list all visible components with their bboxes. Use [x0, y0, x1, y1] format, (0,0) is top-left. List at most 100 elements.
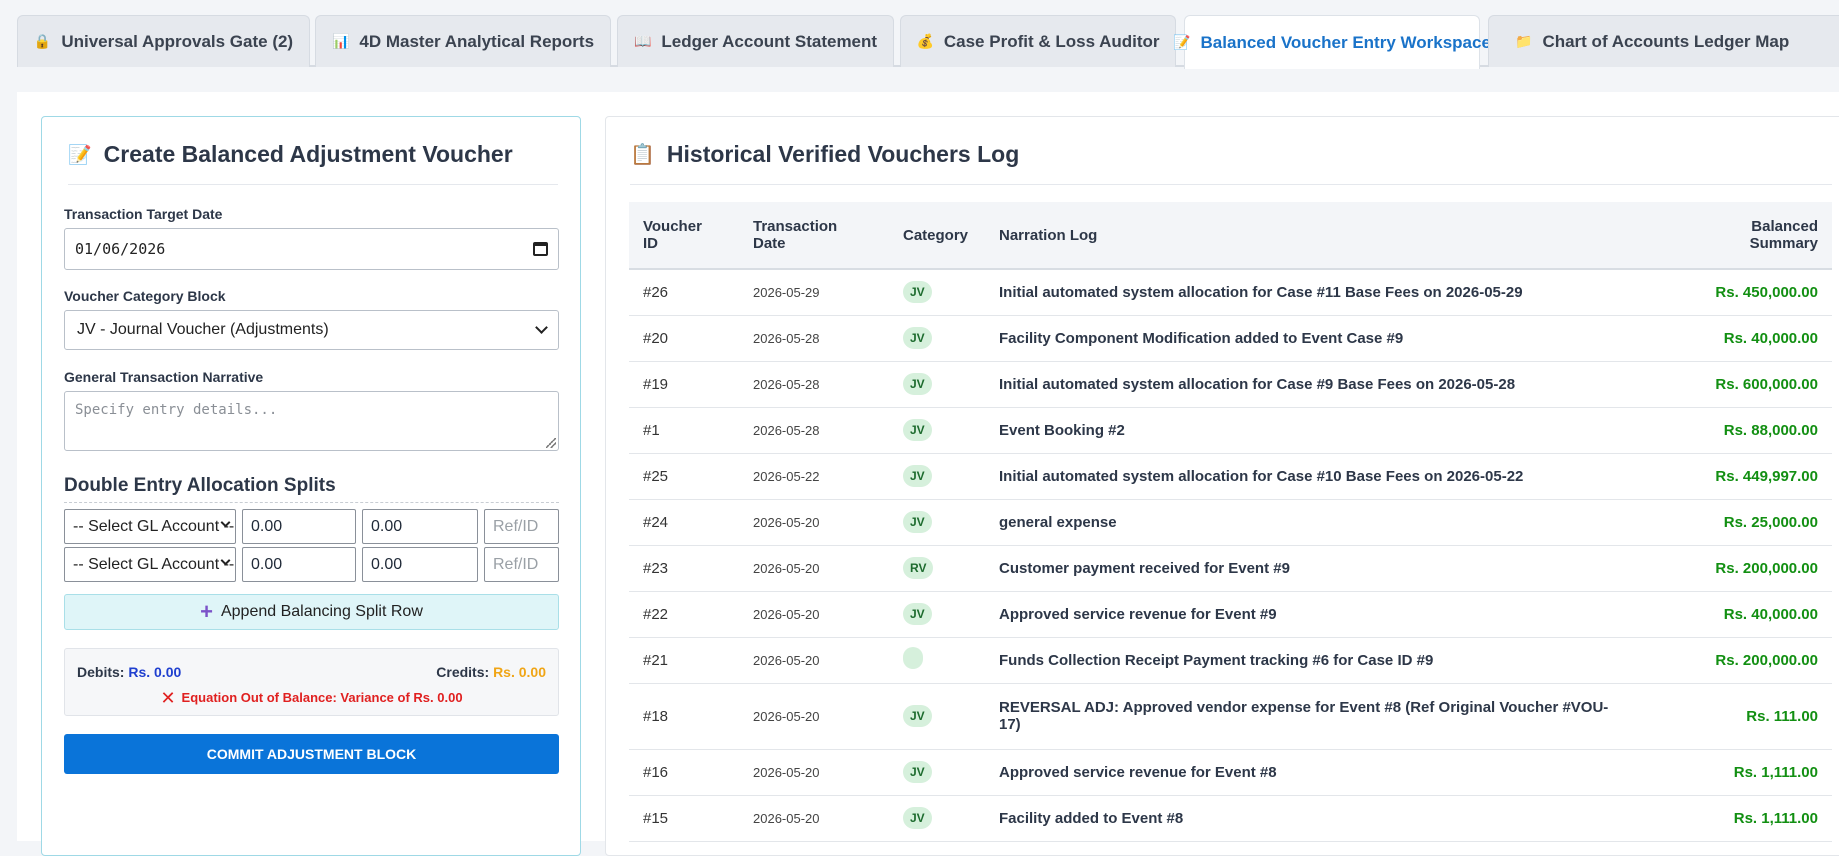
- narrative-textarea[interactable]: Specify entry details...: [64, 391, 559, 451]
- chevron-down-icon: [535, 321, 548, 334]
- credit-input[interactable]: 0.00: [362, 509, 478, 544]
- category-cell: JV: [889, 683, 985, 750]
- table-row[interactable]: #1 2026-05-28 JV Event Booking #2 Rs. 88,000…: [629, 407, 1832, 454]
- category-badge: JV: [903, 511, 932, 533]
- table-row[interactable]: #20 2026-05-28 JV Facility Component Modifi…: [629, 315, 1832, 362]
- table-row[interactable]: #21 2026-05-20 Funds Collection Receipt Pa…: [629, 637, 1832, 684]
- category-badge: JV: [903, 327, 932, 349]
- form-title: 📝 Create Balanced Adjustment Voucher: [68, 141, 558, 185]
- category-cell: [889, 637, 985, 684]
- credits-value: Rs. 0.00: [493, 664, 546, 680]
- col-transaction-date: Transaction Date: [739, 202, 889, 270]
- table-row[interactable]: #24 2026-05-20 JV general expense Rs. 25,000…: [629, 499, 1832, 546]
- narration-cell: Approved service revenue for Event #9: [985, 591, 1642, 638]
- category-cell: JV: [889, 269, 985, 316]
- tab-label: 4D Master Analytical Reports: [359, 31, 595, 51]
- table-row[interactable]: #26 2026-05-29 JV Initial automated system …: [629, 269, 1832, 316]
- transaction-date-input[interactable]: 01/06/2026: [64, 228, 559, 270]
- date-cell: 2026-05-20: [739, 499, 889, 546]
- date-cell: 2026-05-28: [739, 361, 889, 408]
- table-row[interactable]: #25 2026-05-22 JV Initial automated system …: [629, 453, 1832, 500]
- gl-account-value: -- Select GL Account --: [73, 555, 235, 573]
- voucher-id-cell: #21: [629, 637, 739, 684]
- tab-bar: 🔒 Universal Approvals Gate (2) 📊 4D Mast…: [17, 15, 1839, 69]
- ref-id-input[interactable]: Ref/ID: [484, 509, 559, 544]
- tab-universal-approvals-gate[interactable]: 🔒 Universal Approvals Gate (2): [17, 15, 310, 67]
- date-cell: 2026-05-20: [739, 795, 889, 842]
- ref-id-input[interactable]: Ref/ID: [484, 547, 559, 582]
- lock-icon: 🔒: [33, 33, 52, 49]
- table-row[interactable]: #16 2026-05-20 JV Approved service revenue …: [629, 749, 1832, 796]
- split-row: -- Select GL Account -- 0.00 0.00 Ref/ID: [64, 509, 559, 544]
- voucher-id-cell: #24: [629, 499, 739, 546]
- table-row[interactable]: #18 2026-05-20 JV REVERSAL ADJ: Approved ve…: [629, 683, 1832, 750]
- tab-ledger-account-statement[interactable]: 📖 Ledger Account Statement: [617, 15, 894, 67]
- narration-cell: REVERSAL ADJ: Approved vendor expense fo…: [985, 683, 1642, 750]
- narration-cell: Customer payment received for Event #9: [985, 545, 1642, 592]
- clipboard-icon: 📋: [630, 144, 655, 166]
- narration-cell: general expense: [985, 499, 1642, 546]
- tab-balanced-voucher-entry-workspace[interactable]: 📝 Balanced Voucher Entry Workspace: [1173, 15, 1491, 69]
- amount-cell: Rs. 88,000.00: [1642, 407, 1832, 454]
- date-cell: 2026-05-22: [739, 453, 889, 500]
- amount-cell: Rs. 450,000.00: [1642, 269, 1832, 316]
- splits-title: Double Entry Allocation Splits: [64, 475, 559, 503]
- append-split-row-button[interactable]: + Append Balancing Split Row: [64, 594, 559, 630]
- category-cell: JV: [889, 499, 985, 546]
- date-value: 01/06/2026: [75, 240, 166, 258]
- debit-input[interactable]: 0.00: [242, 509, 356, 544]
- debit-input[interactable]: 0.00: [242, 547, 356, 582]
- category-badge: JV: [903, 281, 932, 304]
- category-badge: JV: [903, 465, 932, 487]
- date-cell: 2026-05-20: [739, 545, 889, 592]
- plus-icon: +: [200, 599, 213, 624]
- table-row[interactable]: #22 2026-05-20 JV Approved service revenue …: [629, 591, 1832, 638]
- commit-adjustment-button[interactable]: COMMIT ADJUSTMENT BLOCK: [64, 734, 559, 774]
- category-cell: RV: [889, 545, 985, 592]
- narration-cell: Initial automated system allocation for …: [985, 269, 1642, 316]
- amount-cell: Rs. 40,000.00: [1642, 591, 1832, 638]
- voucher-id-cell: #26: [629, 269, 739, 316]
- credit-input[interactable]: 0.00: [362, 547, 478, 582]
- amount-cell: Rs. 40,000.00: [1642, 315, 1832, 362]
- amount-cell: Rs. 1,111.00: [1642, 749, 1832, 796]
- table-row[interactable]: #19 2026-05-28 JV Initial automated system …: [629, 361, 1832, 408]
- calendar-icon[interactable]: [533, 242, 548, 256]
- tab-case-profit-loss-auditor[interactable]: 💰 Case Profit & Loss Auditor: [900, 15, 1176, 67]
- category-badge: RV: [903, 557, 934, 579]
- gl-account-select[interactable]: -- Select GL Account --: [64, 547, 236, 582]
- voucher-category-select[interactable]: JV - Journal Voucher (Adjustments): [64, 310, 559, 350]
- form-title-text: Create Balanced Adjustment Voucher: [103, 141, 513, 167]
- narration-cell: Funds Collection Receipt Payment trackin…: [985, 637, 1642, 684]
- category-cell: JV: [889, 407, 985, 454]
- date-cell: 2026-05-20: [739, 591, 889, 638]
- col-voucher-id: Voucher ID: [629, 202, 739, 270]
- table-row[interactable]: #15 2026-05-20 JV Facility added to Event #…: [629, 795, 1832, 842]
- amount-cell: Rs. 200,000.00: [1642, 545, 1832, 592]
- date-cell: 2026-05-20: [739, 637, 889, 684]
- amount-cell: Rs. 449,997.00: [1642, 453, 1832, 500]
- category-badge: JV: [903, 807, 932, 829]
- tab-chart-of-accounts-ledger-map[interactable]: 📁 Chart of Accounts Ledger Map: [1488, 15, 1839, 67]
- tab-master-analytical-reports[interactable]: 📊 4D Master Analytical Reports: [315, 15, 611, 67]
- debits-label: Debits:: [77, 664, 125, 680]
- tab-label: Case Profit & Loss Auditor: [943, 31, 1160, 51]
- voucher-id-cell: #18: [629, 683, 739, 750]
- gl-account-select[interactable]: -- Select GL Account --: [64, 509, 236, 544]
- tab-label: Ledger Account Statement: [661, 31, 878, 51]
- credits-label: Credits:: [436, 664, 490, 680]
- category-label: Voucher Category Block: [64, 288, 226, 304]
- narration-cell: Approved service revenue for Event #8: [985, 749, 1642, 796]
- amount-cell: Rs. 200,000.00: [1642, 637, 1832, 684]
- col-category: Category: [889, 202, 985, 270]
- vouchers-table: Voucher ID Transaction Date Category Narra…: [629, 202, 1832, 842]
- resize-handle[interactable]: [546, 438, 556, 448]
- balance-summary: Debits: Rs. 0.00 Credits: Rs. 0.00 ✕ Equa…: [64, 648, 559, 716]
- category-cell: JV: [889, 453, 985, 500]
- bar-chart-icon: 📊: [331, 33, 350, 49]
- voucher-form-card: 📝 Create Balanced Adjustment Voucher Tra…: [41, 116, 581, 856]
- category-cell: JV: [889, 315, 985, 362]
- amount-cell: Rs. 25,000.00: [1642, 499, 1832, 546]
- table-row[interactable]: #23 2026-05-20 RV Customer payment received…: [629, 545, 1832, 592]
- gl-account-value: -- Select GL Account --: [73, 517, 235, 535]
